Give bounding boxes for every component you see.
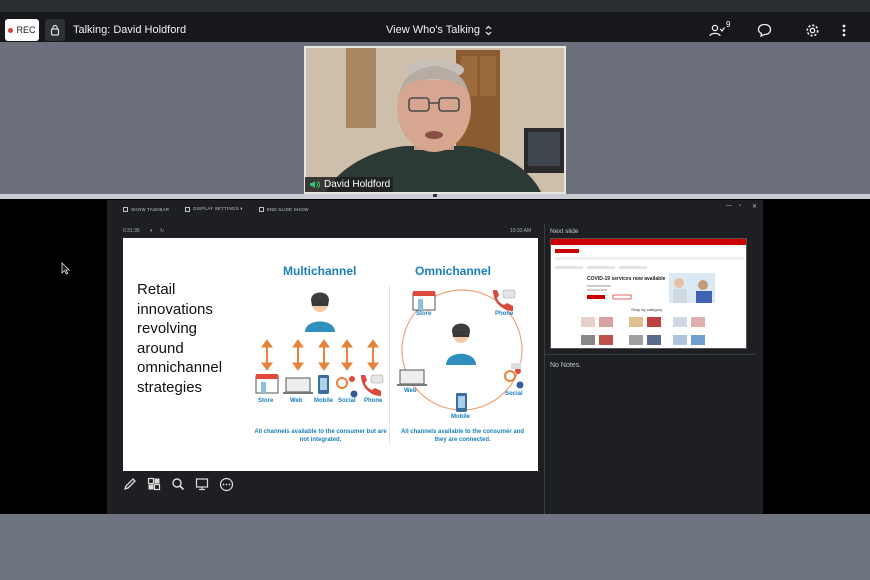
- end-slide-show-button[interactable]: END SLIDE SHOW: [258, 206, 309, 212]
- view-mode-selector[interactable]: View Who's Talking: [386, 24, 492, 36]
- speaker-notes: No Notes.: [550, 362, 582, 369]
- notes-separator: [545, 354, 755, 355]
- pen-icon: [123, 478, 136, 491]
- multi-social-icon: [336, 376, 358, 398]
- pen-tool-button[interactable]: [121, 475, 139, 493]
- display-icon: [185, 206, 191, 212]
- chat-icon: [757, 23, 771, 37]
- splitter-handle[interactable]: [433, 194, 437, 197]
- multi-label-phone: Phone: [364, 398, 383, 404]
- next-slide-webpage-image: [551, 239, 746, 345]
- omni-phone-icon: [493, 289, 516, 311]
- settings-button[interactable]: [803, 22, 821, 38]
- record-dot-icon: [8, 27, 14, 33]
- search-icon: [172, 478, 185, 491]
- next-slide-label: Next slide: [550, 228, 579, 235]
- omni-label-social: Social: [505, 391, 523, 397]
- omni-social-icon: [504, 363, 524, 389]
- current-time: 10:33 AM: [510, 228, 532, 234]
- omni-label-phone: Phone: [495, 311, 514, 317]
- omni-web-icon: [397, 369, 427, 386]
- omnichannel-customer-icon: [446, 323, 476, 365]
- next-slide-thumbnail[interactable]: COVID-19 services now available Shop by …: [550, 238, 747, 349]
- thumb-heading: COVID-19 services now available: [587, 276, 666, 282]
- multichannel-customer-icon: [305, 292, 335, 332]
- channel-arrows: [261, 339, 379, 371]
- multi-label-store: Store: [258, 398, 274, 404]
- minimize-icon[interactable]: —: [726, 203, 732, 209]
- omni-store-icon: [412, 291, 436, 311]
- show-taskbar-button[interactable]: SHOW TASKBAR: [123, 206, 169, 212]
- multichannel-caption: All channels available to the consumer b…: [254, 429, 387, 443]
- speaker-video-image: [306, 48, 564, 192]
- more-icon: [842, 24, 846, 36]
- speaker-name-tag: David Holdford: [305, 177, 393, 192]
- pane-separator: [544, 224, 545, 514]
- thumb-category-label: Shop by category: [631, 307, 663, 312]
- more-options-icon: [219, 477, 233, 491]
- maximize-icon[interactable]: ▫: [739, 203, 741, 209]
- omni-label-mobile: Mobile: [451, 414, 470, 420]
- close-icon[interactable]: ✕: [752, 203, 757, 210]
- omni-label-web: Web: [404, 388, 417, 394]
- multi-phone-icon: [361, 374, 384, 396]
- zoom-button[interactable]: [169, 475, 187, 493]
- settings-icon: [806, 24, 818, 36]
- end-show-icon: [258, 206, 264, 212]
- view-mode-label: View Who's Talking: [386, 24, 481, 36]
- audio-icon: [310, 180, 320, 189]
- omni-mobile-icon: [456, 393, 467, 412]
- participants-button[interactable]: [708, 22, 726, 38]
- pause-timer-icon[interactable]: ⏸: [150, 228, 153, 234]
- omni-label-store: Store: [416, 311, 432, 317]
- talking-indicator: Talking: David Holdford: [73, 24, 187, 36]
- lock-button[interactable]: [45, 19, 65, 41]
- taskbar-icon: [123, 206, 128, 212]
- black-screen-button[interactable]: [193, 475, 211, 493]
- screen-icon: [195, 478, 209, 491]
- more-button[interactable]: [835, 22, 853, 38]
- presenter-toolbar: SHOW TASKBAR DISPLAY SETTINGS ▾ END SLID…: [107, 200, 763, 218]
- participants-icon: [709, 24, 725, 36]
- elapsed-timer: 0:31:35: [123, 228, 140, 234]
- lock-icon: [50, 24, 60, 36]
- current-slide: Retail innovations revolving around omni…: [123, 238, 538, 471]
- chat-button[interactable]: [755, 22, 773, 38]
- mouse-cursor-icon: [61, 262, 70, 275]
- rec-label: REC: [16, 25, 36, 35]
- multi-store-icon: [255, 374, 279, 394]
- meeting-topbar: REC Talking: David Holdford View Who's T…: [0, 0, 870, 42]
- chevron-updown-icon: [485, 25, 492, 35]
- participants-count: 9: [726, 20, 731, 29]
- speaker-video-tile[interactable]: [304, 46, 566, 194]
- multi-label-mobile: Mobile: [314, 398, 333, 404]
- multi-label-web: Web: [290, 398, 303, 404]
- speaker-name: David Holdford: [324, 179, 391, 190]
- grid-icon: [147, 477, 161, 491]
- display-settings-button[interactable]: DISPLAY SETTINGS ▾: [185, 206, 243, 212]
- lower-gallery-area: [0, 514, 870, 580]
- reset-timer-icon[interactable]: ↻: [160, 228, 164, 234]
- slide-sorter-button[interactable]: [145, 475, 163, 493]
- multi-web-icon: [283, 377, 313, 394]
- multi-mobile-icon: [318, 375, 329, 394]
- omnichannel-caption: All channels available to the consumer a…: [400, 429, 525, 443]
- multi-label-social: Social: [338, 398, 356, 404]
- more-options-button[interactable]: [217, 475, 235, 493]
- recording-badge[interactable]: REC: [5, 19, 39, 41]
- window-strip: [0, 0, 870, 12]
